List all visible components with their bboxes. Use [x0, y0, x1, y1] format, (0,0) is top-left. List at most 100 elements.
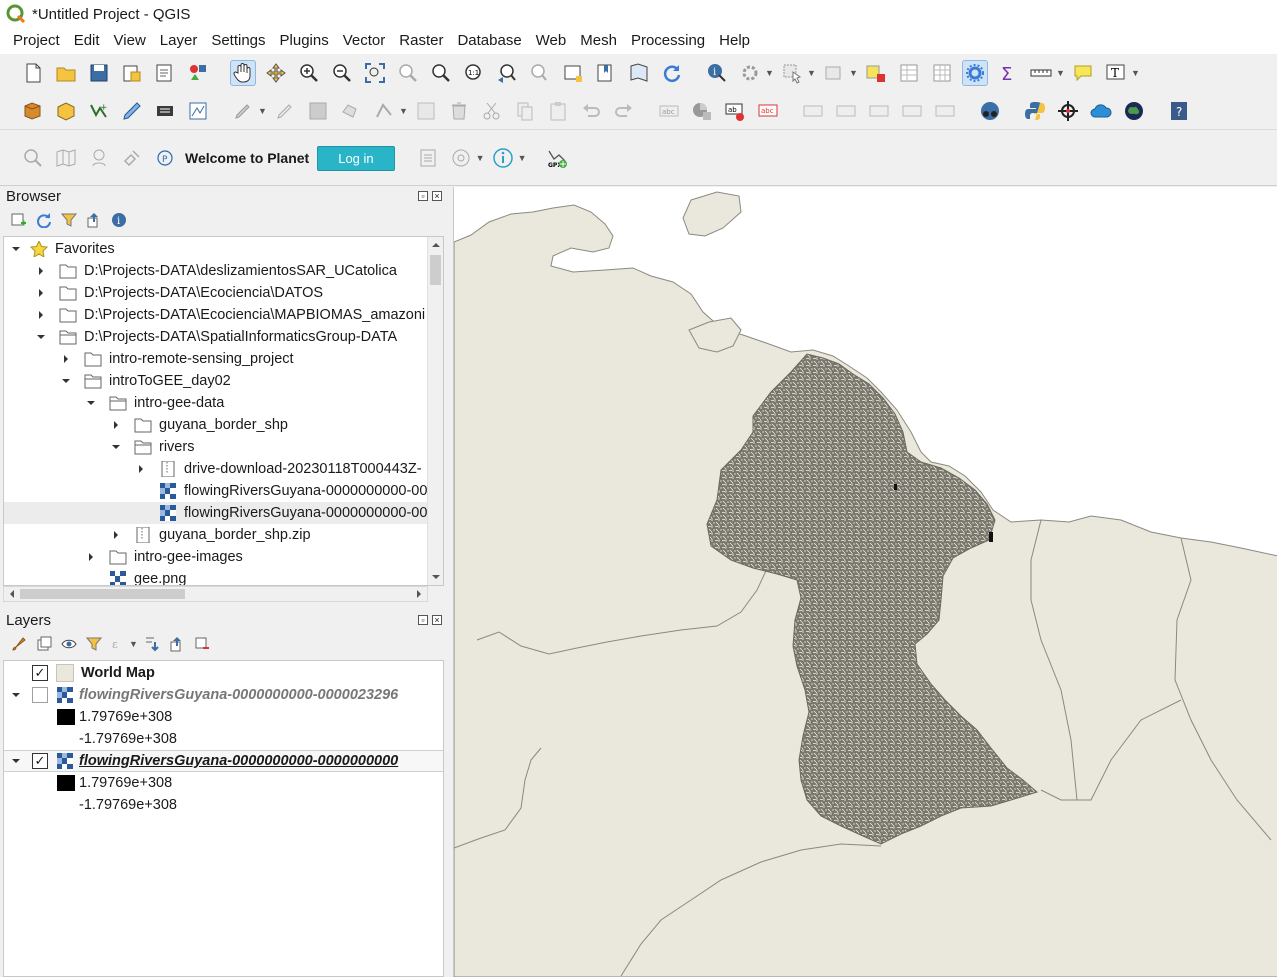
- quickmapservices-button[interactable]: [977, 98, 1003, 124]
- float-panel-icon[interactable]: ▫: [418, 615, 428, 625]
- map-canvas[interactable]: [453, 187, 1277, 977]
- horizontal-scrollbar[interactable]: [3, 586, 428, 602]
- planet-tasking-button[interactable]: [119, 145, 145, 171]
- planet-basemaps-button[interactable]: [53, 145, 79, 171]
- menu-settings[interactable]: Settings: [204, 28, 272, 54]
- zoom-in-button[interactable]: [296, 60, 322, 86]
- tree-item-image[interactable]: gee.png: [4, 568, 427, 585]
- new-print-layout-button[interactable]: [119, 60, 145, 86]
- chevron-right-icon[interactable]: [110, 419, 122, 431]
- menu-web[interactable]: Web: [529, 28, 574, 54]
- new-shapefile-layer-button[interactable]: +: [86, 98, 112, 124]
- layer-row-raster-active[interactable]: ✓ flowingRiversGuyana-0000000000-0000000…: [4, 750, 443, 772]
- tree-item-raster-selected[interactable]: flowingRiversGuyana-0000000000-00: [4, 502, 427, 524]
- move-label-button[interactable]: [866, 98, 892, 124]
- expand-all-button[interactable]: [143, 635, 161, 653]
- planet-search-button[interactable]: [20, 145, 46, 171]
- open-project-button[interactable]: [53, 60, 79, 86]
- new-virtual-layer-button[interactable]: [152, 98, 178, 124]
- deselect-features-button[interactable]: [863, 60, 889, 86]
- cloud-button[interactable]: [1088, 98, 1114, 124]
- show-unplaced-labels-button[interactable]: abc: [755, 98, 781, 124]
- tree-item-favorites[interactable]: Favorites: [4, 238, 427, 260]
- remove-layer-button[interactable]: [193, 635, 211, 653]
- vertical-scrollbar[interactable]: [427, 237, 443, 585]
- new-spatialite-layer-button[interactable]: [185, 98, 211, 124]
- field-calculator-button[interactable]: [929, 60, 955, 86]
- zoom-to-selection-button[interactable]: [395, 60, 421, 86]
- planet-inspector-button[interactable]: [86, 145, 112, 171]
- chevron-down-icon[interactable]: ▼: [849, 68, 858, 78]
- menu-layer[interactable]: Layer: [153, 28, 205, 54]
- new-bookmark-button[interactable]: [593, 60, 619, 86]
- chevron-down-icon[interactable]: ▼: [518, 153, 527, 163]
- tree-item-zip[interactable]: guyana_border_shp.zip: [4, 524, 427, 546]
- run-feature-action-button[interactable]: [737, 60, 763, 86]
- chevron-right-icon[interactable]: [110, 529, 122, 541]
- planet-orders-button[interactable]: [415, 145, 441, 171]
- layer-row-world-map[interactable]: ✓ World Map: [4, 662, 443, 684]
- chevron-right-icon[interactable]: [35, 287, 47, 299]
- filter-browser-button[interactable]: [60, 211, 78, 229]
- tree-item-folder[interactable]: rivers: [4, 436, 427, 458]
- refresh-browser-button[interactable]: [35, 211, 53, 229]
- zoom-native-resolution-button[interactable]: 1:1: [461, 60, 487, 86]
- planet-info-button[interactable]: [490, 145, 516, 171]
- change-label-button[interactable]: [932, 98, 958, 124]
- new-map-view-button[interactable]: [560, 60, 586, 86]
- pin-labels-button[interactable]: [800, 98, 826, 124]
- scroll-down-icon[interactable]: [431, 572, 441, 582]
- save-project-button[interactable]: [86, 60, 112, 86]
- add-feature-button[interactable]: [338, 98, 364, 124]
- layer-visibility-checkbox[interactable]: ✓: [32, 665, 48, 681]
- collapse-all-button[interactable]: [168, 635, 186, 653]
- statistical-summary-button[interactable]: Σ: [995, 60, 1021, 86]
- tree-item-folder[interactable]: guyana_border_shp: [4, 414, 427, 436]
- add-group-button[interactable]: [35, 635, 53, 653]
- redo-button[interactable]: [611, 98, 637, 124]
- chevron-right-icon[interactable]: [35, 309, 47, 321]
- google-earth-engine-button[interactable]: [1121, 98, 1147, 124]
- chevron-right-icon[interactable]: [60, 353, 72, 365]
- chevron-down-icon[interactable]: ▼: [476, 153, 485, 163]
- panel-splitter[interactable]: [446, 187, 453, 977]
- chevron-right-icon[interactable]: [35, 265, 47, 277]
- identify-features-button[interactable]: i: [704, 60, 730, 86]
- menu-processing[interactable]: Processing: [624, 28, 712, 54]
- chevron-down-icon[interactable]: [110, 441, 122, 453]
- copy-features-button[interactable]: [512, 98, 538, 124]
- zoom-out-button[interactable]: [329, 60, 355, 86]
- modify-attributes-button[interactable]: [413, 98, 439, 124]
- layer-visibility-checkbox[interactable]: ✓: [32, 753, 48, 769]
- close-icon[interactable]: ×: [432, 615, 442, 625]
- close-icon[interactable]: ×: [432, 191, 442, 201]
- tree-item-raster[interactable]: flowingRiversGuyana-0000000000-00: [4, 480, 427, 502]
- attribute-table-button[interactable]: [896, 60, 922, 86]
- new-geopackage-layer-button[interactable]: [53, 98, 79, 124]
- chevron-down-icon[interactable]: [10, 689, 22, 701]
- chevron-right-icon[interactable]: [135, 463, 147, 475]
- scrollbar-thumb[interactable]: [430, 255, 441, 285]
- style-manager-button[interactable]: [185, 60, 211, 86]
- tree-item-folder[interactable]: introToGEE_day02: [4, 370, 427, 392]
- tree-item-folder[interactable]: D:\Projects-DATA\Ecociencia\MAPBIOMAS_am…: [4, 304, 427, 326]
- chevron-down-icon[interactable]: [60, 375, 72, 387]
- planet-login-button[interactable]: Log in: [317, 145, 395, 171]
- float-panel-icon[interactable]: ▫: [418, 191, 428, 201]
- tree-item-folder[interactable]: D:\Projects-DATA\deslizamientosSAR_UCato…: [4, 260, 427, 282]
- layer-diagram-button[interactable]: [689, 98, 715, 124]
- new-temporary-layer-button[interactable]: [119, 98, 145, 124]
- chevron-down-icon[interactable]: ▼: [399, 106, 408, 116]
- chevron-down-icon[interactable]: [85, 397, 97, 409]
- select-by-value-button[interactable]: [821, 60, 847, 86]
- rotate-label-button[interactable]: [899, 98, 925, 124]
- chevron-down-icon[interactable]: ▼: [807, 68, 816, 78]
- chevron-down-icon[interactable]: [10, 243, 22, 255]
- add-selected-layers-button[interactable]: [10, 211, 28, 229]
- processing-toolbox-button[interactable]: [962, 60, 988, 86]
- zoom-last-button[interactable]: [494, 60, 520, 86]
- scrollbar-thumb[interactable]: [20, 589, 185, 599]
- planet-explorer-button[interactable]: [448, 145, 474, 171]
- tree-item-folder[interactable]: intro-gee-data: [4, 392, 427, 414]
- enable-properties-button[interactable]: i: [110, 211, 128, 229]
